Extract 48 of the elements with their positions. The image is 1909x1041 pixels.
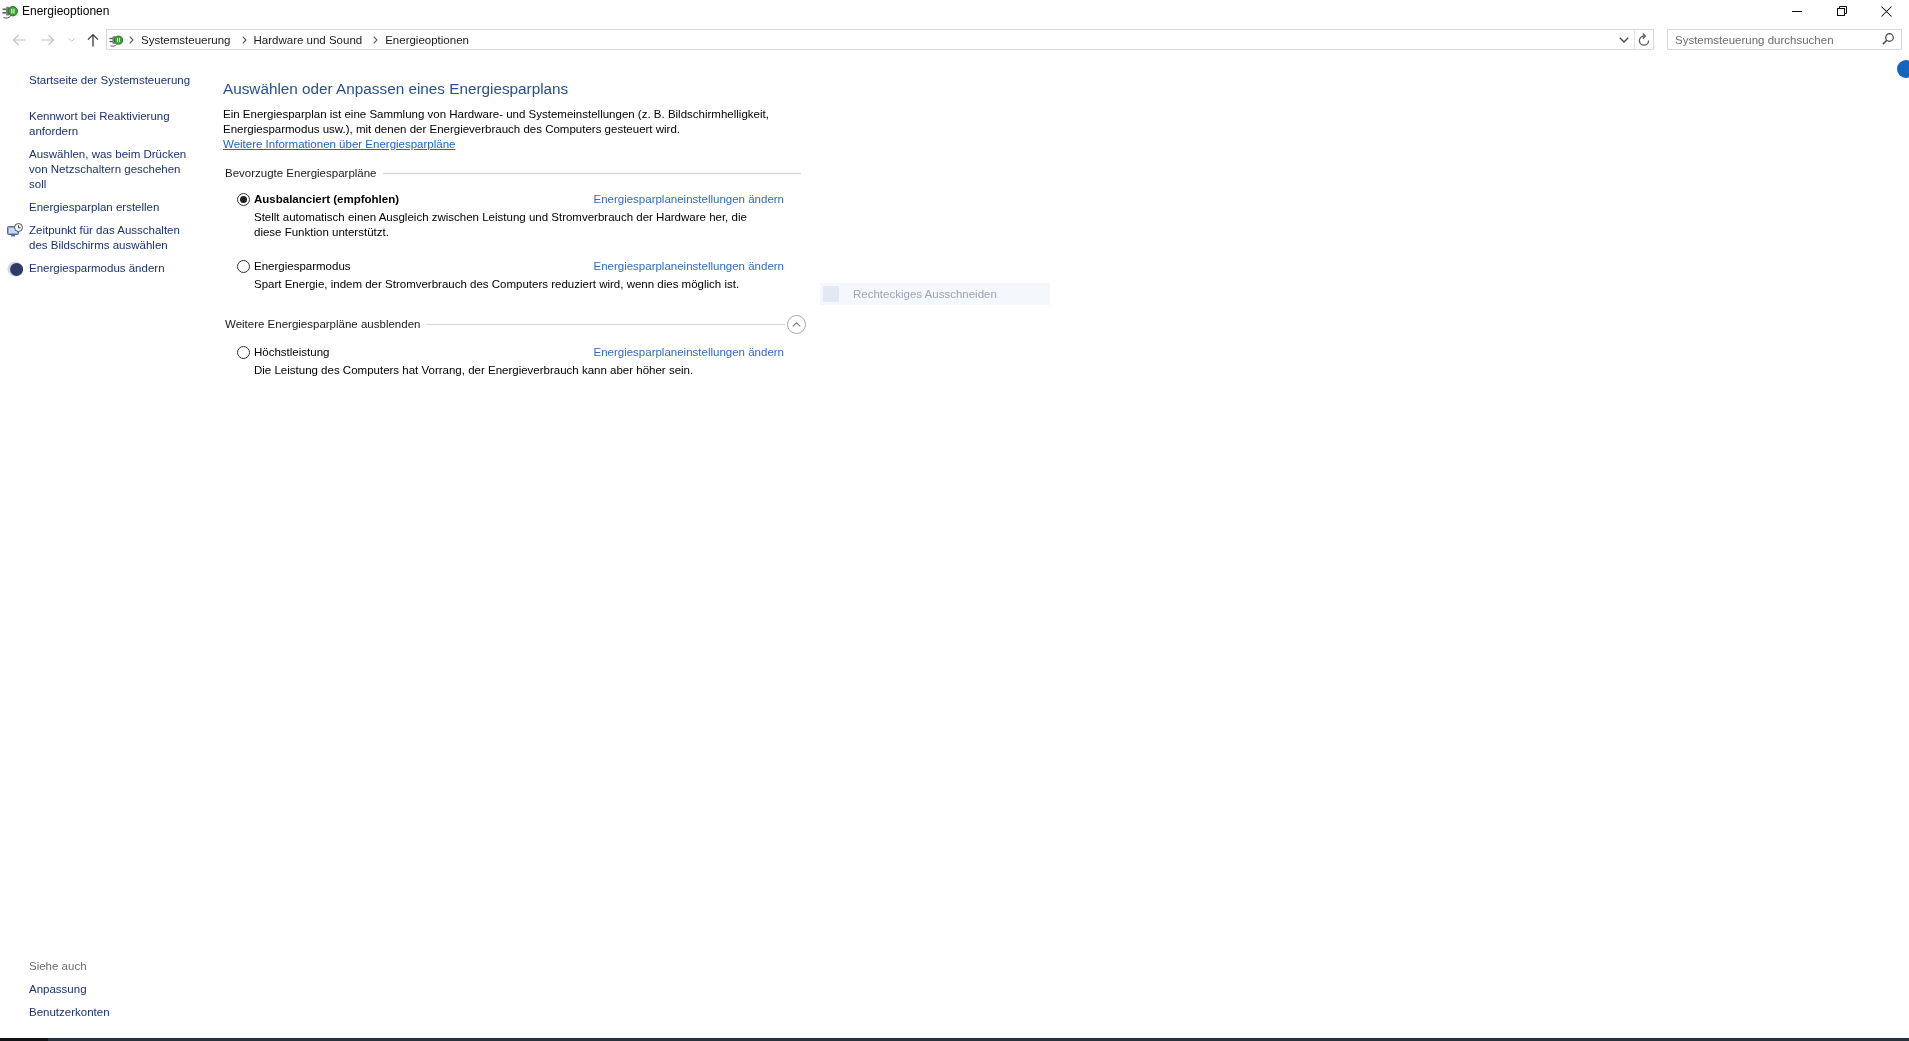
plan-name: Energiesparmodus <box>254 258 351 274</box>
page-heading: Auswählen oder Anpassen eines Energiesparplans <box>223 79 569 99</box>
see-also-link[interactable]: Benutzerkonten <box>29 1005 110 1020</box>
plan-name: Ausbalanciert (empfohlen) <box>254 191 400 207</box>
close-icon[interactable] <box>1881 5 1892 17</box>
sidebar-link[interactable]: Energiesparmodus ändern <box>29 261 197 276</box>
change-plan-settings-link[interactable]: Energiesparplaneinstellungen ändern <box>593 258 784 274</box>
radio-button[interactable] <box>237 192 250 206</box>
minimize-icon[interactable] <box>1791 10 1802 12</box>
plan-description: Stellt automatisch einen Ausgleich zwischen Leistung und Stromverbrauch der Hardware her, die diese Funktion unterstützt. <box>254 209 748 240</box>
sidebar-link[interactable]: Kennwort bei Reaktivierung anfordern <box>29 109 197 139</box>
address-bar[interactable]: Systemsteuerung Hardware und Sound Energieoptionen <box>106 29 1654 50</box>
breadcrumb[interactable]: Energieoptionen <box>385 33 469 46</box>
power-plug-icon <box>2 3 18 19</box>
refresh-icon[interactable] <box>1638 33 1650 46</box>
restore-icon[interactable] <box>1836 6 1847 16</box>
chevron-up-icon[interactable] <box>792 321 801 327</box>
chevron-right-icon[interactable] <box>129 35 134 44</box>
window-title: Energieoptionen <box>22 4 110 18</box>
search-icon[interactable] <box>1882 33 1894 45</box>
radio-button[interactable] <box>237 259 250 273</box>
power-plug-icon <box>109 32 123 47</box>
description-text: Ein Energiesparplan ist eine Sammlung von Hardware- und Systemeinstellungen (z. B. Bildschirmhelligkeit, Energiesparmodus usw.), mit denen der Energieverbrauch des Computers gesteuert wird. Weitere Informationen über Energiesparpläne <box>223 106 770 152</box>
tooltip-text: Rechteckiges Ausschneiden <box>853 288 997 300</box>
moon-icon <box>7 261 23 277</box>
plan-description: Spart Energie, indem der Stromverbrauch des Computers reduziert wird, wenn dies möglich ist. <box>254 276 741 292</box>
sidebar-link[interactable]: Auswählen, was beim Drücken von Netzschaltern geschehen soll <box>29 147 197 192</box>
section-heading[interactable]: Weitere Energiesparpläne ausblenden <box>225 316 421 332</box>
plan-description: Die Leistung des Computers hat Vorrang, der Energieverbrauch kann aber höher sein. <box>254 362 695 378</box>
sidebar-link[interactable]: Energiesparplan erstellen <box>29 200 197 215</box>
see-also-heading: Siehe auch <box>29 959 87 974</box>
chevron-down-icon[interactable] <box>1619 36 1629 43</box>
radio-button[interactable] <box>237 345 250 359</box>
chevron-right-icon[interactable] <box>373 35 379 44</box>
more-info-link[interactable]: Weitere Informationen über Energiesparpläne <box>223 137 456 150</box>
monitor-clock-icon <box>7 223 23 237</box>
up-arrow-icon[interactable] <box>87 32 99 47</box>
sidebar-link[interactable]: Zeitpunkt für das Ausschalten des Bildschirms auswählen <box>29 223 197 253</box>
sidebar-link[interactable]: Startseite der Systemsteuerung <box>29 73 197 88</box>
breadcrumb[interactable]: Hardware und Sound <box>253 33 363 46</box>
change-plan-settings-link[interactable]: Energiesparplaneinstellungen ändern <box>593 344 784 360</box>
breadcrumb[interactable]: Systemsteuerung <box>141 33 231 46</box>
chevron-right-icon[interactable] <box>241 35 247 44</box>
plan-name: Höchstleistung <box>254 344 330 360</box>
section-heading: Bevorzugte Energiesparpläne <box>225 165 377 181</box>
change-plan-settings-link[interactable]: Energiesparplaneinstellungen ändern <box>593 191 784 207</box>
see-also-link[interactable]: Anpassung <box>29 982 87 997</box>
search-field[interactable]: Systemsteuerung durchsuchen <box>1667 29 1902 50</box>
